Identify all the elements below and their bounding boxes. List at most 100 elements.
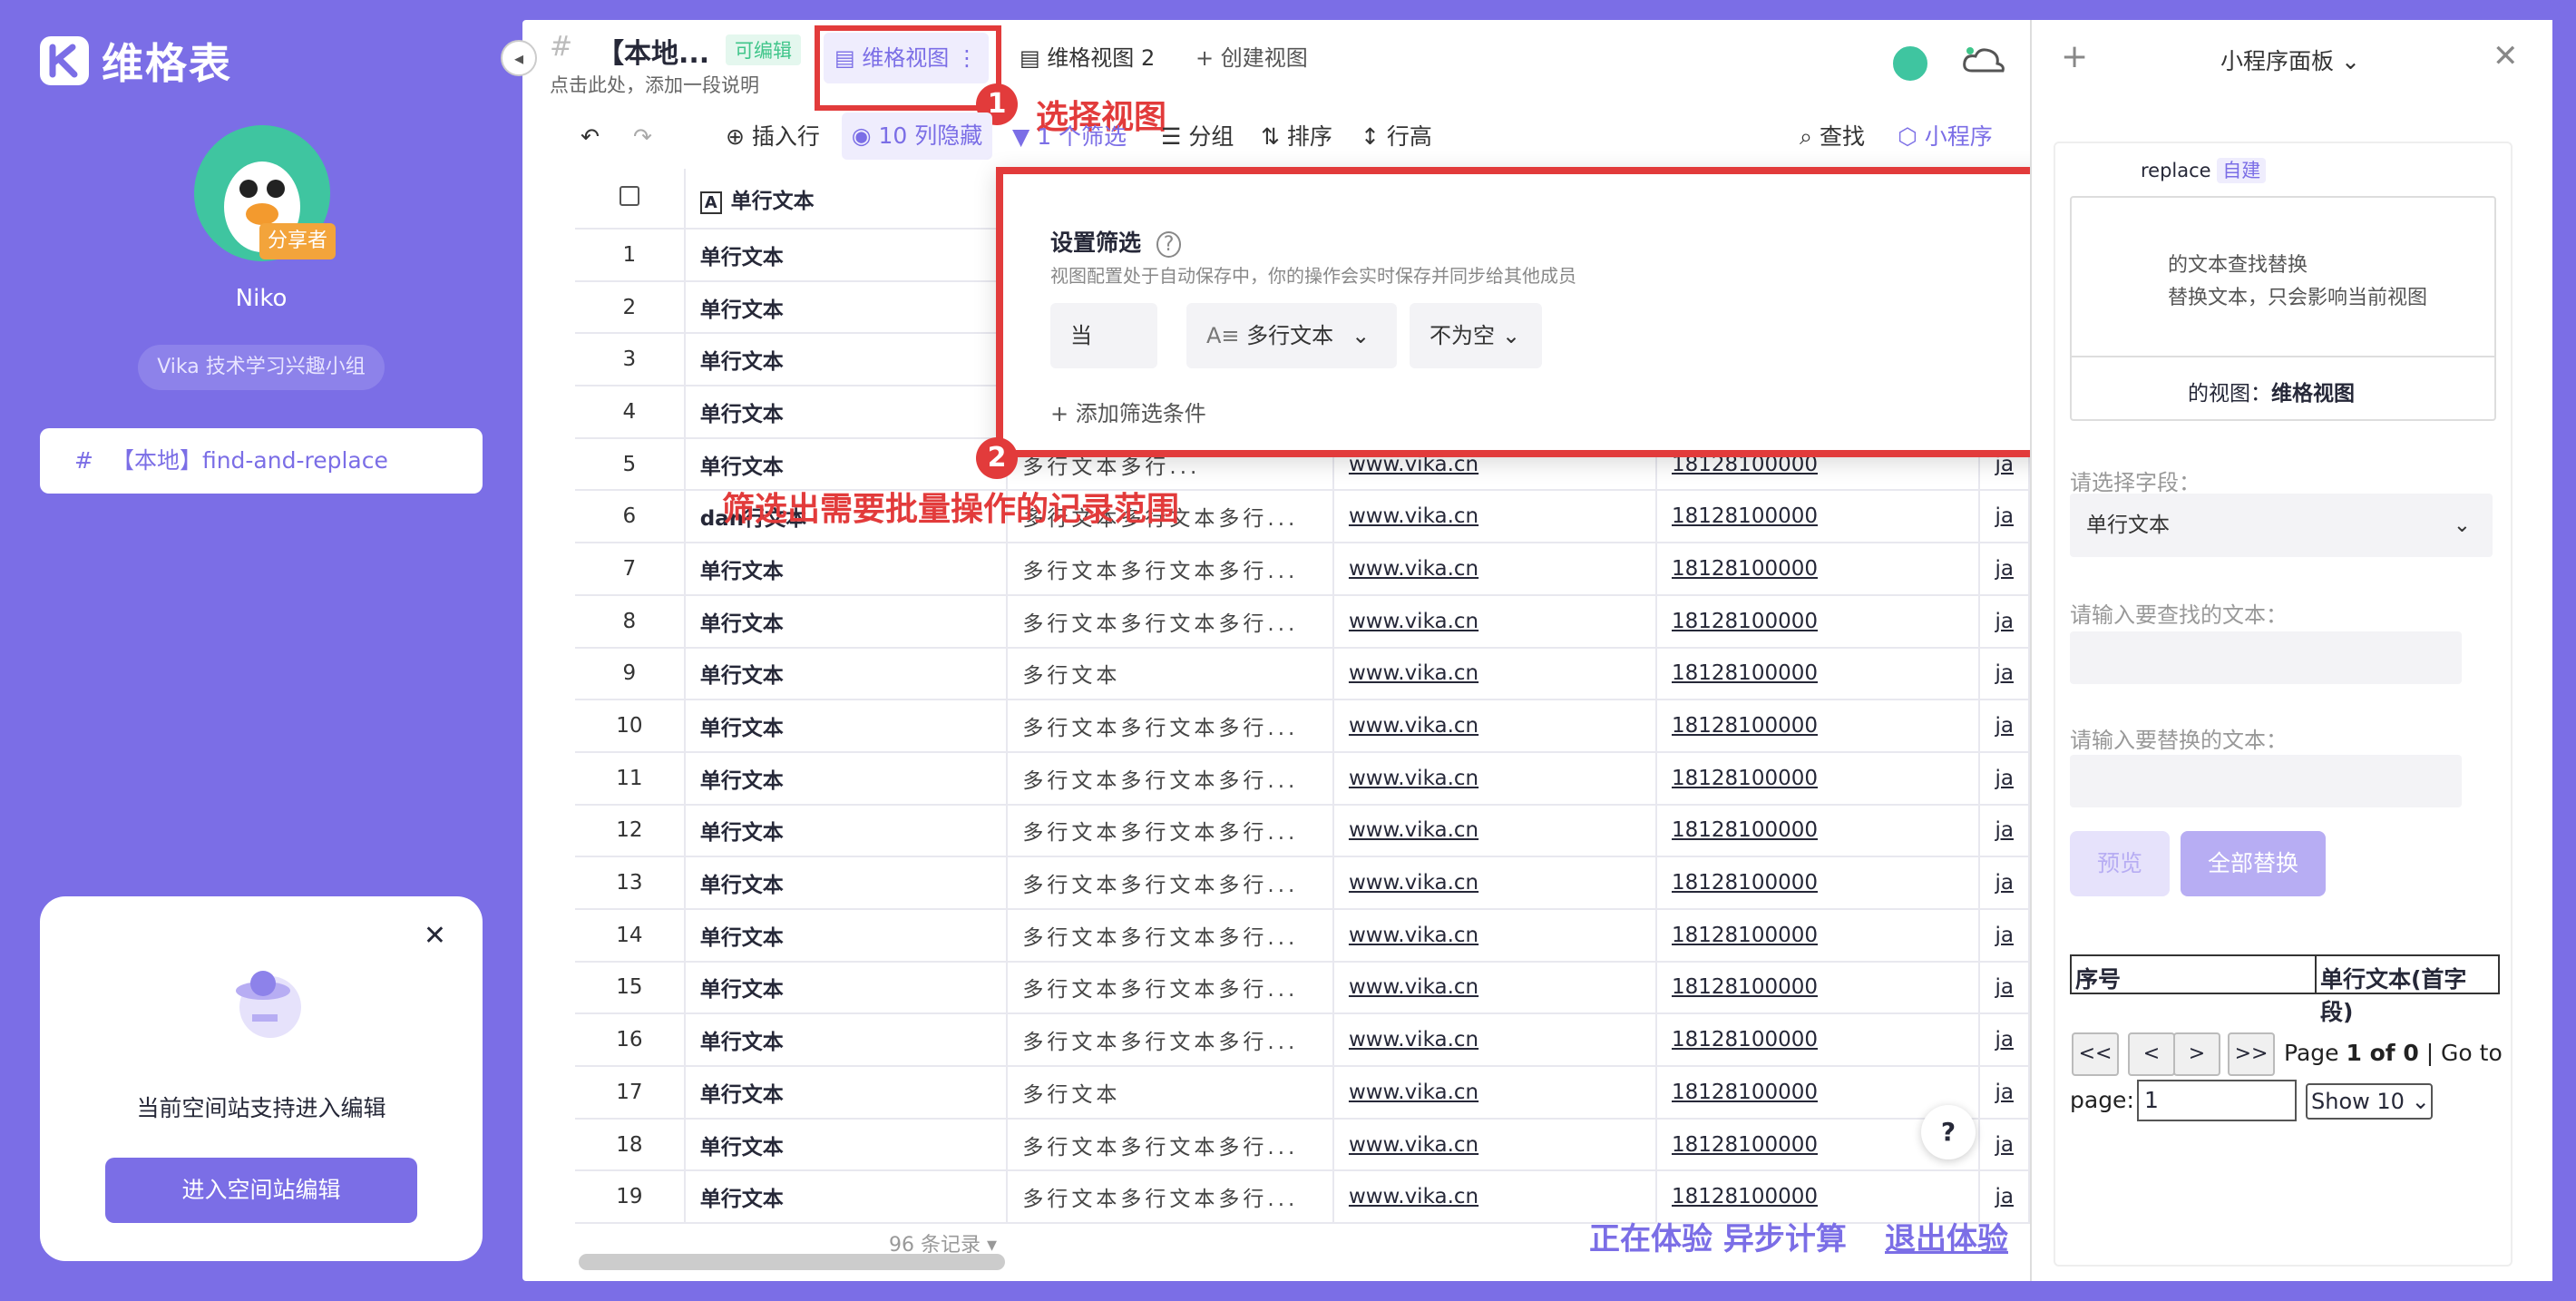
help-circle-icon[interactable]: ? xyxy=(1156,231,1182,258)
row-number[interactable]: 7 xyxy=(575,543,685,595)
cell-single-text[interactable]: 单行文本 xyxy=(685,386,1008,438)
cell-multiline-text[interactable]: 多行文本 xyxy=(1007,648,1333,700)
cell-single-text[interactable]: 单行文本 xyxy=(685,1066,1008,1119)
undo-icon[interactable]: ↶ xyxy=(581,116,600,158)
help-icon[interactable]: ? xyxy=(1921,1105,1976,1159)
cell-single-text[interactable]: 单行文本 xyxy=(685,648,1008,700)
prev-page-button[interactable]: < xyxy=(2128,1032,2175,1076)
row-number[interactable]: 15 xyxy=(575,962,685,1014)
enter-edit-button[interactable]: 进入空间站编辑 xyxy=(105,1158,417,1223)
cell-single-text[interactable]: 单行文本 xyxy=(685,909,1008,962)
row-number[interactable]: 19 xyxy=(575,1170,685,1223)
cell-phone[interactable]: 18128100000 xyxy=(1656,752,1979,805)
cell-phone[interactable]: 18128100000 xyxy=(1656,805,1979,857)
cell-email[interactable]: ja xyxy=(1979,648,2029,700)
filter-button[interactable]: ▼ 1 个筛选 xyxy=(1012,116,1127,158)
cell-phone[interactable]: 18128100000 xyxy=(1656,856,1979,909)
table-row[interactable]: 12单行文本多行文本多行文本多行...www.vika.cn1812810000… xyxy=(575,805,2029,857)
cell-url[interactable]: www.vika.cn xyxy=(1333,490,1656,543)
datasheet-title[interactable]: 【本地... xyxy=(597,31,709,71)
cell-url[interactable]: www.vika.cn xyxy=(1333,543,1656,595)
hidden-columns-button[interactable]: ◉ 10 列隐藏 xyxy=(842,112,992,160)
cell-single-text[interactable]: 单行文本 xyxy=(685,229,1008,281)
insert-row-button[interactable]: ⊕ 插入行 xyxy=(726,116,820,158)
row-number[interactable]: 12 xyxy=(575,805,685,857)
find-text-input[interactable] xyxy=(2070,631,2462,684)
cell-single-text[interactable]: 单行文本 xyxy=(685,1119,1008,1171)
cell-multiline-text[interactable]: 多行文本多行文本多行... xyxy=(1007,1013,1333,1066)
row-number[interactable]: 2 xyxy=(575,281,685,334)
cell-multiline-text[interactable]: 多行文本多行文本多行... xyxy=(1007,1170,1333,1223)
cell-multiline-text[interactable]: 多行文本多行文本多行... xyxy=(1007,909,1333,962)
cell-email[interactable]: ja xyxy=(1979,543,2029,595)
table-row[interactable]: 8单行文本多行文本多行文本多行...www.vika.cn18128100000… xyxy=(575,595,2029,648)
cell-url[interactable]: www.vika.cn xyxy=(1333,909,1656,962)
cell-single-text[interactable]: 单行文本 xyxy=(685,752,1008,805)
group-button[interactable]: ☰ 分组 xyxy=(1161,116,1234,158)
table-row[interactable]: 14单行文本多行文本多行文本多行...www.vika.cn1812810000… xyxy=(575,909,2029,962)
plus-icon[interactable]: + xyxy=(2061,38,2088,75)
cell-email[interactable]: ja xyxy=(1979,699,2029,752)
cell-url[interactable]: www.vika.cn xyxy=(1333,648,1656,700)
row-height-button[interactable]: ↕ 行高 xyxy=(1361,116,1432,158)
collapse-sidebar-icon[interactable]: ◂ xyxy=(501,40,537,76)
row-number[interactable]: 18 xyxy=(575,1119,685,1171)
collaborator-avatar[interactable] xyxy=(1890,44,1930,83)
cell-email[interactable]: ja xyxy=(1979,805,2029,857)
cell-multiline-text[interactable]: 多行文本多行文本多行... xyxy=(1007,1119,1333,1171)
cell-phone[interactable]: 18128100000 xyxy=(1656,962,1979,1014)
cell-url[interactable]: www.vika.cn xyxy=(1333,595,1656,648)
filter-field-select[interactable]: A≡ 多行文本⌄ xyxy=(1186,303,1397,368)
table-row[interactable]: 7单行文本多行文本多行文本多行...www.vika.cn18128100000… xyxy=(575,543,2029,595)
page-number-input[interactable]: 1 xyxy=(2137,1080,2297,1121)
cell-phone[interactable]: 18128100000 xyxy=(1656,1013,1979,1066)
table-row[interactable]: 17单行文本多行文本www.vika.cn18128100000ja xyxy=(575,1066,2029,1119)
cell-url[interactable]: www.vika.cn xyxy=(1333,805,1656,857)
close-icon[interactable]: ✕ xyxy=(2493,38,2519,74)
row-number[interactable]: 1 xyxy=(575,229,685,281)
page-size-select[interactable]: Show 10 ⌄ xyxy=(2306,1083,2433,1120)
row-number[interactable]: 3 xyxy=(575,333,685,386)
cell-single-text[interactable]: 单行文本 xyxy=(685,281,1008,334)
row-number[interactable]: 6 xyxy=(575,490,685,543)
cell-single-text[interactable]: 单行文本 xyxy=(685,1013,1008,1066)
cell-single-text[interactable]: 单行文本 xyxy=(685,805,1008,857)
cloud-sync-icon[interactable] xyxy=(1961,44,2006,83)
cell-email[interactable]: ja xyxy=(1979,1013,2029,1066)
cell-phone[interactable]: 18128100000 xyxy=(1656,490,1979,543)
first-page-button[interactable]: << xyxy=(2072,1032,2119,1076)
cell-phone[interactable]: 18128100000 xyxy=(1656,595,1979,648)
cell-email[interactable]: ja xyxy=(1979,490,2029,543)
find-button[interactable]: ⌕ 查找 xyxy=(1800,116,1865,158)
cell-email[interactable]: ja xyxy=(1979,1066,2029,1119)
replace-all-button[interactable]: 全部替换 xyxy=(2181,831,2326,896)
replace-text-input[interactable] xyxy=(2070,755,2462,807)
preview-button[interactable]: 预览 xyxy=(2070,831,2170,896)
cell-phone[interactable]: 18128100000 xyxy=(1656,648,1979,700)
group-pill[interactable]: Vika 技术学习兴趣小组 xyxy=(138,345,385,390)
row-number[interactable]: 11 xyxy=(575,752,685,805)
cell-multiline-text[interactable]: 多行文本多行文本多行... xyxy=(1007,752,1333,805)
cell-url[interactable]: www.vika.cn xyxy=(1333,1119,1656,1171)
filter-operator-select[interactable]: 不为空⌄ xyxy=(1410,303,1542,368)
row-number[interactable]: 16 xyxy=(575,1013,685,1066)
cell-url[interactable]: www.vika.cn xyxy=(1333,752,1656,805)
next-page-button[interactable]: > xyxy=(2173,1032,2220,1076)
cell-multiline-text[interactable]: 多行文本多行文本多行... xyxy=(1007,543,1333,595)
cell-single-text[interactable]: 单行文本 xyxy=(685,962,1008,1014)
table-row[interactable]: 11单行文本多行文本多行文本多行...www.vika.cn1812810000… xyxy=(575,752,2029,805)
cell-single-text[interactable]: 单行文本 xyxy=(685,543,1008,595)
cell-multiline-text[interactable]: 多行文本多行文本多行... xyxy=(1007,805,1333,857)
close-icon[interactable]: ✕ xyxy=(424,920,446,952)
horizontal-scrollbar[interactable] xyxy=(579,1254,1005,1270)
row-number[interactable]: 10 xyxy=(575,699,685,752)
cell-email[interactable]: ja xyxy=(1979,909,2029,962)
cell-single-text[interactable]: 单行文本 xyxy=(685,595,1008,648)
mini-program-button[interactable]: ⬡ 小程序 xyxy=(1898,116,1993,158)
column-header-single-text[interactable]: A单行文本 xyxy=(685,169,1008,229)
last-page-button[interactable]: >> xyxy=(2228,1032,2275,1076)
cell-multiline-text[interactable]: 多行文本多行文本多行... xyxy=(1007,595,1333,648)
cell-url[interactable]: www.vika.cn xyxy=(1333,1066,1656,1119)
row-number[interactable]: 4 xyxy=(575,386,685,438)
row-number[interactable]: 9 xyxy=(575,648,685,700)
